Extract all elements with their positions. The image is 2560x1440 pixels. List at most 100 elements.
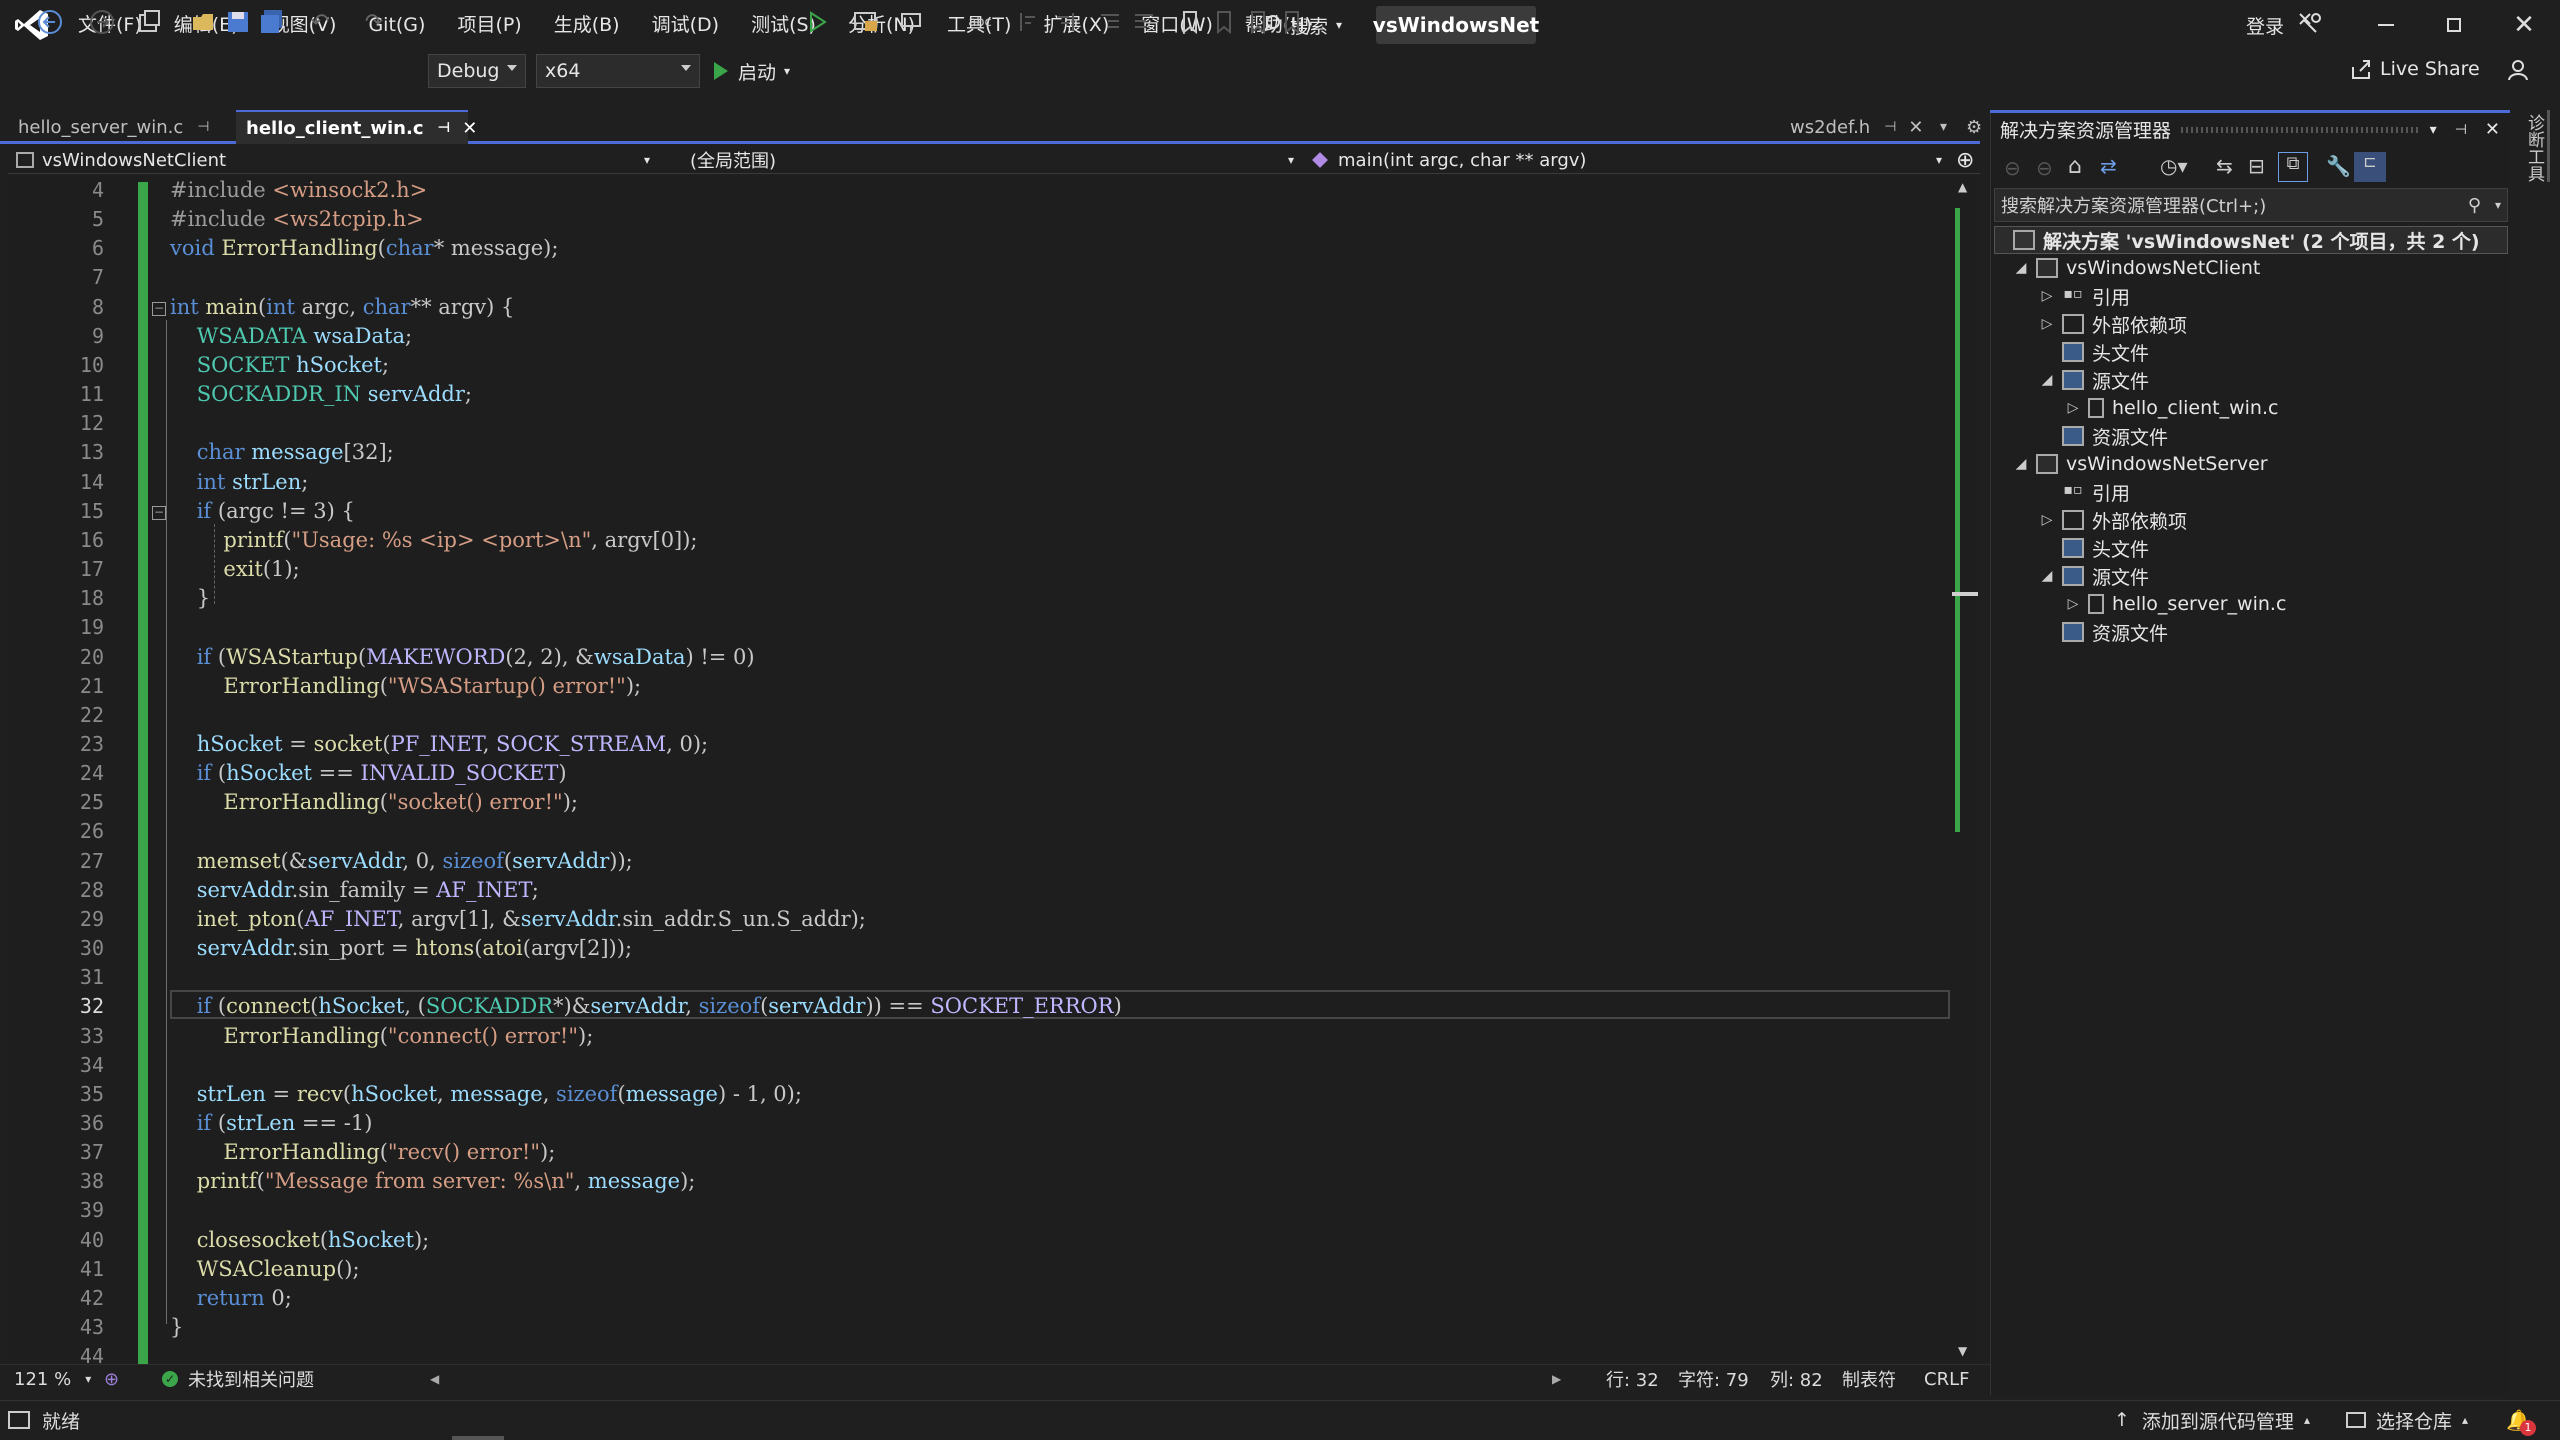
save-all-button[interactable] bbox=[258, 8, 286, 36]
tree-node-references[interactable]: ▪▫ 引用 bbox=[1994, 478, 2508, 506]
solution-search-input[interactable]: 搜索解决方案资源管理器(Ctrl+;) ⚲ ▾ bbox=[1994, 188, 2508, 222]
notifications-button[interactable]: 🔔 1 bbox=[2506, 1400, 2536, 1440]
code-line[interactable] bbox=[170, 701, 1950, 730]
outdent-button[interactable] bbox=[1096, 8, 1124, 36]
tree-node-external-deps[interactable]: ▷ 外部依赖项 bbox=[1994, 506, 2508, 534]
code-text[interactable]: #include <winsock2.h> #include <ws2tcpip.… bbox=[170, 176, 1950, 1371]
open-file-button[interactable] bbox=[190, 8, 218, 36]
code-line[interactable]: ErrorHandling("socket() error!"); bbox=[170, 788, 1950, 817]
code-line[interactable] bbox=[170, 613, 1950, 642]
close-tab-icon[interactable]: ✕ bbox=[462, 118, 477, 139]
live-share-button[interactable]: Live Share bbox=[2350, 58, 2480, 80]
scroll-left-icon[interactable]: ◀ bbox=[430, 1364, 439, 1394]
code-line[interactable]: printf("Message from server: %s\n", mess… bbox=[170, 1167, 1950, 1196]
tree-node-references[interactable]: ▷ ▪▫ 引用 bbox=[1994, 282, 2508, 310]
code-line[interactable]: WSADATA wsaData; bbox=[170, 322, 1950, 351]
collapse-icon[interactable]: ◢ bbox=[2012, 260, 2030, 276]
close-tab-icon[interactable]: ✕ bbox=[1908, 117, 1923, 138]
menu-project[interactable]: 项目(P) bbox=[441, 0, 537, 50]
tree-node-header-files[interactable]: 头文件 bbox=[1994, 338, 2508, 366]
collapse-icon[interactable]: ◢ bbox=[2012, 456, 2030, 472]
undo-button[interactable]: ↶ bbox=[306, 8, 334, 36]
project-dropdown[interactable]: vsWindowsNetClient ▾ bbox=[16, 146, 656, 174]
scroll-right-icon[interactable]: ▶ bbox=[1552, 1364, 1561, 1394]
tree-node-source-files[interactable]: ◢ 源文件 bbox=[1994, 366, 2508, 394]
sign-in-link[interactable]: 登录 bbox=[2246, 12, 2284, 39]
start-debugging-button[interactable]: 启动 ▾ bbox=[712, 54, 790, 88]
code-line[interactable]: if (argc != 3) { bbox=[170, 497, 1950, 526]
code-line[interactable]: ErrorHandling("recv() error!"); bbox=[170, 1138, 1950, 1167]
code-line[interactable] bbox=[170, 1196, 1950, 1225]
solution-name-badge[interactable]: vsWindowsNet bbox=[1373, 6, 1539, 44]
code-line[interactable]: closesocket(hSocket); bbox=[170, 1226, 1950, 1255]
save-button[interactable] bbox=[224, 8, 252, 36]
close-window-button[interactable]: ✕ bbox=[2490, 0, 2558, 50]
code-line[interactable]: void ErrorHandling(char* message); bbox=[170, 234, 1950, 263]
col-indicator[interactable]: 列: 82 bbox=[1770, 1364, 1823, 1394]
code-line[interactable] bbox=[170, 963, 1950, 992]
collapse-all-icon[interactable]: ⊟ bbox=[2248, 154, 2265, 178]
code-line[interactable]: strLen = recv(hSocket, message, sizeof(m… bbox=[170, 1080, 1950, 1109]
person-feedback-icon[interactable] bbox=[2506, 58, 2530, 82]
tree-node-header-files[interactable]: 头文件 bbox=[1994, 534, 2508, 562]
code-line[interactable]: printf("Usage: %s <ip> <port>\n", argv[0… bbox=[170, 526, 1950, 555]
member-dropdown[interactable]: main(int argc, char ** argv) ▾ bbox=[1312, 146, 1948, 174]
tree-node-file[interactable]: ▷ hello_client_win.c bbox=[1994, 394, 2508, 422]
code-line[interactable]: if (WSAStartup(MAKEWORD(2, 2), &wsaData)… bbox=[170, 643, 1950, 672]
code-line[interactable]: } bbox=[170, 584, 1950, 613]
expand-icon[interactable]: ▷ bbox=[2064, 596, 2082, 612]
editor-settings-button[interactable]: ⚙ bbox=[1956, 110, 1986, 144]
code-line[interactable]: if (strLen == -1) bbox=[170, 1109, 1950, 1138]
show-all-files-icon[interactable]: ⧉ bbox=[2278, 152, 2308, 182]
line-ending-indicator[interactable]: CRLF bbox=[1924, 1364, 1969, 1394]
screenshot-tool-button[interactable] bbox=[898, 8, 926, 36]
tree-node-project[interactable]: ◢ vsWindowsNetClient bbox=[1994, 254, 2508, 282]
indent-button[interactable] bbox=[1130, 8, 1158, 36]
spell-check-button[interactable]: abc bbox=[966, 8, 994, 36]
code-line[interactable]: SOCKET hSocket; bbox=[170, 351, 1950, 380]
indent-mode-indicator[interactable]: 制表符 bbox=[1842, 1364, 1896, 1394]
navigate-forward-button[interactable] bbox=[88, 8, 116, 36]
tree-node-external-deps[interactable]: ▷ 外部依赖项 bbox=[1994, 310, 2508, 338]
code-line[interactable]: hSocket = socket(PF_INET, SOCK_STREAM, 0… bbox=[170, 730, 1950, 759]
redo-button[interactable]: ↷ bbox=[360, 8, 388, 36]
minimize-button[interactable] bbox=[2352, 0, 2420, 50]
pin-icon[interactable]: ⊣ bbox=[197, 119, 209, 135]
code-line[interactable]: ErrorHandling("WSAStartup() error!"); bbox=[170, 672, 1950, 701]
diagnostic-tools-tab[interactable]: 诊断工具 bbox=[2524, 110, 2550, 182]
close-icon[interactable]: ✕ bbox=[2485, 119, 2500, 140]
code-line[interactable]: if (connect(hSocket, (SOCKADDR*)&servAdd… bbox=[170, 992, 1950, 1021]
fold-main-toggle[interactable]: − bbox=[152, 302, 166, 316]
line-indicator[interactable]: 行: 32 bbox=[1606, 1364, 1659, 1394]
zoom-dropdown[interactable]: 121 % ▾ bbox=[14, 1364, 91, 1394]
code-line[interactable]: exit(1); bbox=[170, 555, 1950, 584]
tree-node-source-files[interactable]: ◢ 源文件 bbox=[1994, 562, 2508, 590]
code-line[interactable]: #include <ws2tcpip.h> bbox=[170, 205, 1950, 234]
char-indicator[interactable]: 字符: 79 bbox=[1678, 1364, 1749, 1394]
clear-bookmarks-button[interactable] bbox=[1280, 8, 1308, 36]
code-line[interactable] bbox=[170, 1051, 1950, 1080]
code-line[interactable]: memset(&servAddr, 0, sizeof(servAddr)); bbox=[170, 847, 1950, 876]
panel-options-icon[interactable]: ▾ bbox=[2430, 122, 2437, 138]
back-icon[interactable]: ⊖ bbox=[2004, 156, 2021, 180]
code-line[interactable] bbox=[170, 817, 1950, 846]
expand-icon[interactable]: ▷ bbox=[2038, 316, 2056, 332]
tab-hello-client-win-c[interactable]: hello_client_win.c ⊣ ✕ bbox=[236, 110, 477, 144]
code-line[interactable] bbox=[170, 263, 1950, 292]
fold-if-toggle[interactable]: − bbox=[152, 506, 166, 520]
scrollbar-thumb[interactable] bbox=[1952, 592, 1978, 596]
solution-platform-select[interactable]: x64 bbox=[536, 54, 700, 88]
navigate-back-button[interactable] bbox=[36, 8, 64, 36]
code-line[interactable] bbox=[170, 409, 1950, 438]
code-line[interactable]: } bbox=[170, 1313, 1950, 1342]
tree-node-file[interactable]: ▷ hello_server_win.c bbox=[1994, 590, 2508, 618]
properties-wrench-icon[interactable]: 🔧 bbox=[2326, 154, 2351, 178]
sync-with-document-icon[interactable]: ⇆ bbox=[2216, 154, 2233, 178]
home-icon[interactable]: ⌂ bbox=[2068, 154, 2082, 179]
tree-node-resource-files[interactable]: 资源文件 bbox=[1994, 422, 2508, 450]
pin-icon[interactable]: ⊣ bbox=[1884, 119, 1896, 135]
next-bookmark-button[interactable] bbox=[1244, 8, 1272, 36]
scroll-up-icon[interactable]: ▲ bbox=[1958, 180, 1967, 194]
feedback-icon[interactable] bbox=[2296, 10, 2322, 38]
restore-button[interactable] bbox=[2420, 0, 2488, 50]
